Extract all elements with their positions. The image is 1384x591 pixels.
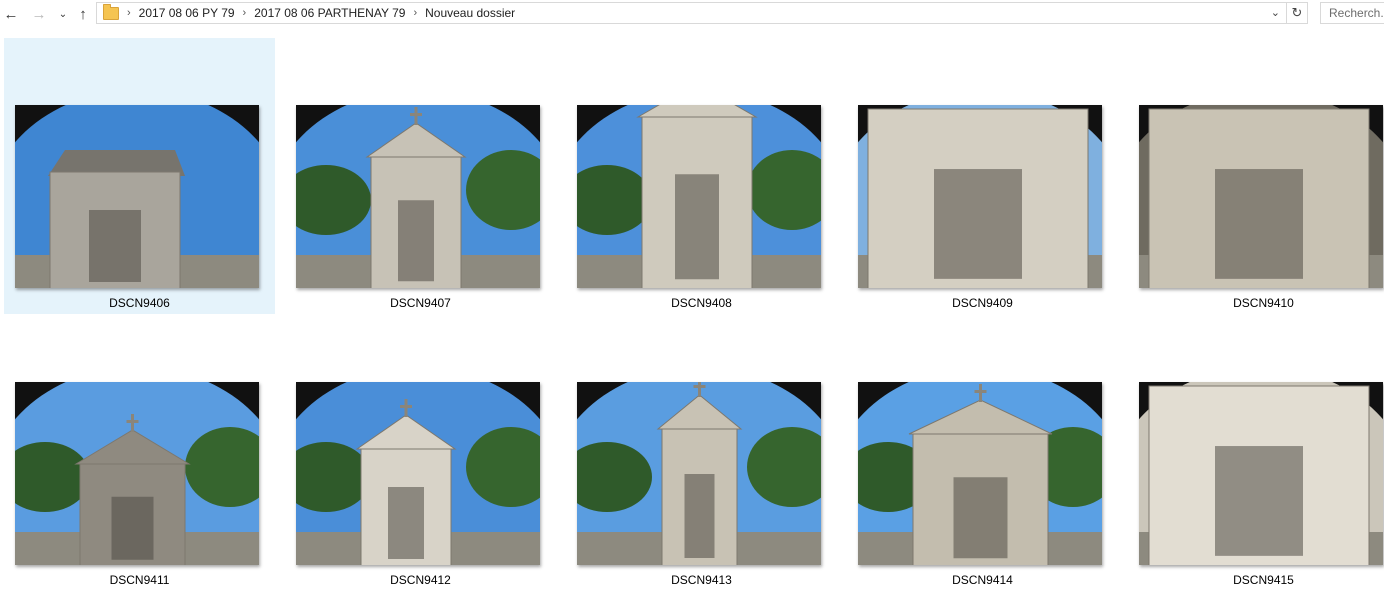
search-input[interactable]: Recherch... xyxy=(1320,2,1384,24)
photo-image xyxy=(858,382,1102,565)
file-name-label: DSCN9411 xyxy=(109,573,170,587)
file-name-label: DSCN9415 xyxy=(1233,573,1294,587)
file-name-label: DSCN9409 xyxy=(952,296,1013,310)
photo-thumbnail[interactable] xyxy=(577,105,821,288)
photo-image xyxy=(296,105,540,288)
photo-image xyxy=(15,105,259,288)
photo-thumbnail[interactable] xyxy=(1139,382,1383,565)
photo-image xyxy=(577,105,821,288)
up-button[interactable]: ↑ xyxy=(72,2,94,26)
refresh-button[interactable]: ↻ xyxy=(1287,2,1308,24)
file-name-label: DSCN9412 xyxy=(390,573,451,587)
arrow-up-icon: ↑ xyxy=(79,5,87,23)
address-dropdown-icon[interactable]: ⌄ xyxy=(1271,6,1280,19)
photo-thumbnail[interactable] xyxy=(15,105,259,288)
back-button[interactable]: ← xyxy=(0,2,22,26)
photo-image xyxy=(15,382,259,565)
arrow-left-icon: ← xyxy=(3,5,19,23)
breadcrumb-item[interactable]: 2017 08 06 PY 79 xyxy=(139,6,235,20)
forward-button[interactable]: → xyxy=(28,2,50,26)
photo-thumbnail[interactable] xyxy=(1139,105,1383,288)
file-name-label: DSCN9414 xyxy=(952,573,1013,587)
navigation-bar: ← → ⌄ ↑ › 2017 08 06 PY 79 › 2017 08 06 … xyxy=(0,0,1384,28)
photo-image xyxy=(577,382,821,565)
file-item[interactable]: DSCN9408 xyxy=(566,38,837,314)
file-item[interactable]: DSCN9411 xyxy=(4,315,275,591)
breadcrumb-separator-icon[interactable]: › xyxy=(413,7,417,19)
file-item[interactable]: DSCN9409 xyxy=(847,38,1118,314)
file-item[interactable]: DSCN9413 xyxy=(566,315,837,591)
breadcrumb-item[interactable]: 2017 08 06 PARTHENAY 79 xyxy=(254,6,405,20)
file-item[interactable]: DSCN9415 xyxy=(1128,315,1384,591)
photo-thumbnail[interactable] xyxy=(577,382,821,565)
folder-icon xyxy=(103,3,119,20)
chevron-down-icon: ⌄ xyxy=(58,8,68,20)
arrow-right-icon: → xyxy=(31,5,47,23)
file-item[interactable]: DSCN9406 xyxy=(4,38,275,314)
file-name-label: DSCN9413 xyxy=(671,573,732,587)
file-name-label: DSCN9410 xyxy=(1233,296,1294,310)
photo-image xyxy=(1139,382,1383,565)
photo-image xyxy=(858,105,1102,288)
breadcrumb-separator-icon[interactable]: › xyxy=(243,7,247,19)
file-name-label: DSCN9407 xyxy=(390,296,451,310)
photo-image xyxy=(1139,105,1383,288)
photo-thumbnail[interactable] xyxy=(296,382,540,565)
refresh-icon: ↻ xyxy=(1291,5,1303,20)
photo-image xyxy=(296,382,540,565)
photo-thumbnail[interactable] xyxy=(296,105,540,288)
photo-thumbnail[interactable] xyxy=(15,382,259,565)
file-item[interactable]: DSCN9407 xyxy=(285,38,556,314)
file-name-label: DSCN9408 xyxy=(671,296,732,310)
file-name-label: DSCN9406 xyxy=(109,296,170,310)
search-placeholder: Recherch... xyxy=(1329,6,1384,20)
breadcrumb-item[interactable]: Nouveau dossier xyxy=(425,6,515,20)
file-item[interactable]: DSCN9412 xyxy=(285,315,556,591)
photo-thumbnail[interactable] xyxy=(858,382,1102,565)
recent-locations-button[interactable]: ⌄ xyxy=(52,2,74,26)
breadcrumb-separator-icon[interactable]: › xyxy=(127,7,131,19)
file-item[interactable]: DSCN9414 xyxy=(847,315,1118,591)
address-bar[interactable]: › 2017 08 06 PY 79 › 2017 08 06 PARTHENA… xyxy=(96,2,1287,24)
file-item[interactable]: DSCN9410 xyxy=(1128,38,1384,314)
photo-thumbnail[interactable] xyxy=(858,105,1102,288)
